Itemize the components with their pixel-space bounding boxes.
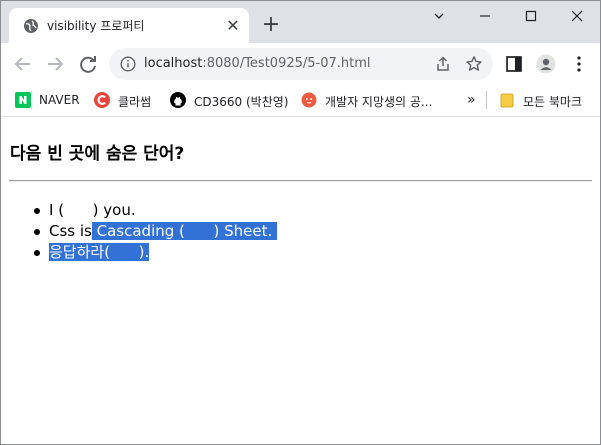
new-tab-icon[interactable]: +: [259, 14, 283, 38]
bullet: [34, 250, 40, 256]
forward-icon[interactable]: [43, 52, 67, 76]
tab-close-icon[interactable]: ✕: [224, 17, 242, 35]
address-bar[interactable]: localhost:8080/Test0925/5-07.html: [109, 48, 493, 80]
active-tab[interactable]: visibility 프로퍼티 ✕: [9, 8, 249, 43]
toolbar: localhost:8080/Test0925/5-07.html: [1, 43, 600, 85]
page-heading: 다음 빈 곳에 숨은 단어?: [10, 144, 185, 164]
close-window-icon[interactable]: [554, 1, 600, 31]
bookmark-star-icon[interactable]: [465, 55, 483, 73]
selected-text: Cascading ( ) Sheet.: [91, 222, 278, 240]
horizontal-rule: [9, 180, 592, 182]
bookmarks-bar: NAVER 클라썸 CD3660 (박찬영) 개발자 지망생의 공... » 모…: [1, 85, 600, 117]
menu-kebab-icon[interactable]: [569, 54, 589, 74]
reload-icon[interactable]: [76, 52, 100, 76]
bookmarks-separator: [486, 91, 487, 109]
minimize-icon[interactable]: [462, 1, 508, 31]
page-content: 다음 빈 곳에 숨은 단어? I ( ) you. Css is Cascadi…: [1, 118, 600, 444]
maximize-icon[interactable]: [508, 1, 554, 31]
tab-title: visibility 프로퍼티: [47, 19, 145, 33]
selected-text: 응답하라( ).: [49, 243, 150, 261]
share-icon[interactable]: [434, 55, 452, 73]
bullet: [34, 229, 40, 235]
profile-avatar-icon[interactable]: [536, 54, 556, 74]
bullet: [34, 208, 40, 214]
tab-search-icon[interactable]: [416, 1, 462, 31]
info-icon[interactable]: [120, 56, 136, 72]
folder-icon: [500, 93, 514, 108]
side-panel-icon[interactable]: [504, 54, 524, 74]
github-icon: [170, 92, 186, 108]
browser-window: visibility 프로퍼티 ✕ + localhost:8080/Test0…: [0, 0, 601, 445]
classum-icon: [94, 92, 110, 108]
back-icon[interactable]: [11, 52, 35, 76]
naver-icon: [15, 92, 31, 108]
blog-icon: [301, 92, 317, 108]
globe-icon: [24, 19, 38, 33]
tab-strip: visibility 프로퍼티 ✕ +: [1, 1, 600, 43]
url-text[interactable]: localhost:8080/Test0925/5-07.html: [144, 56, 371, 71]
